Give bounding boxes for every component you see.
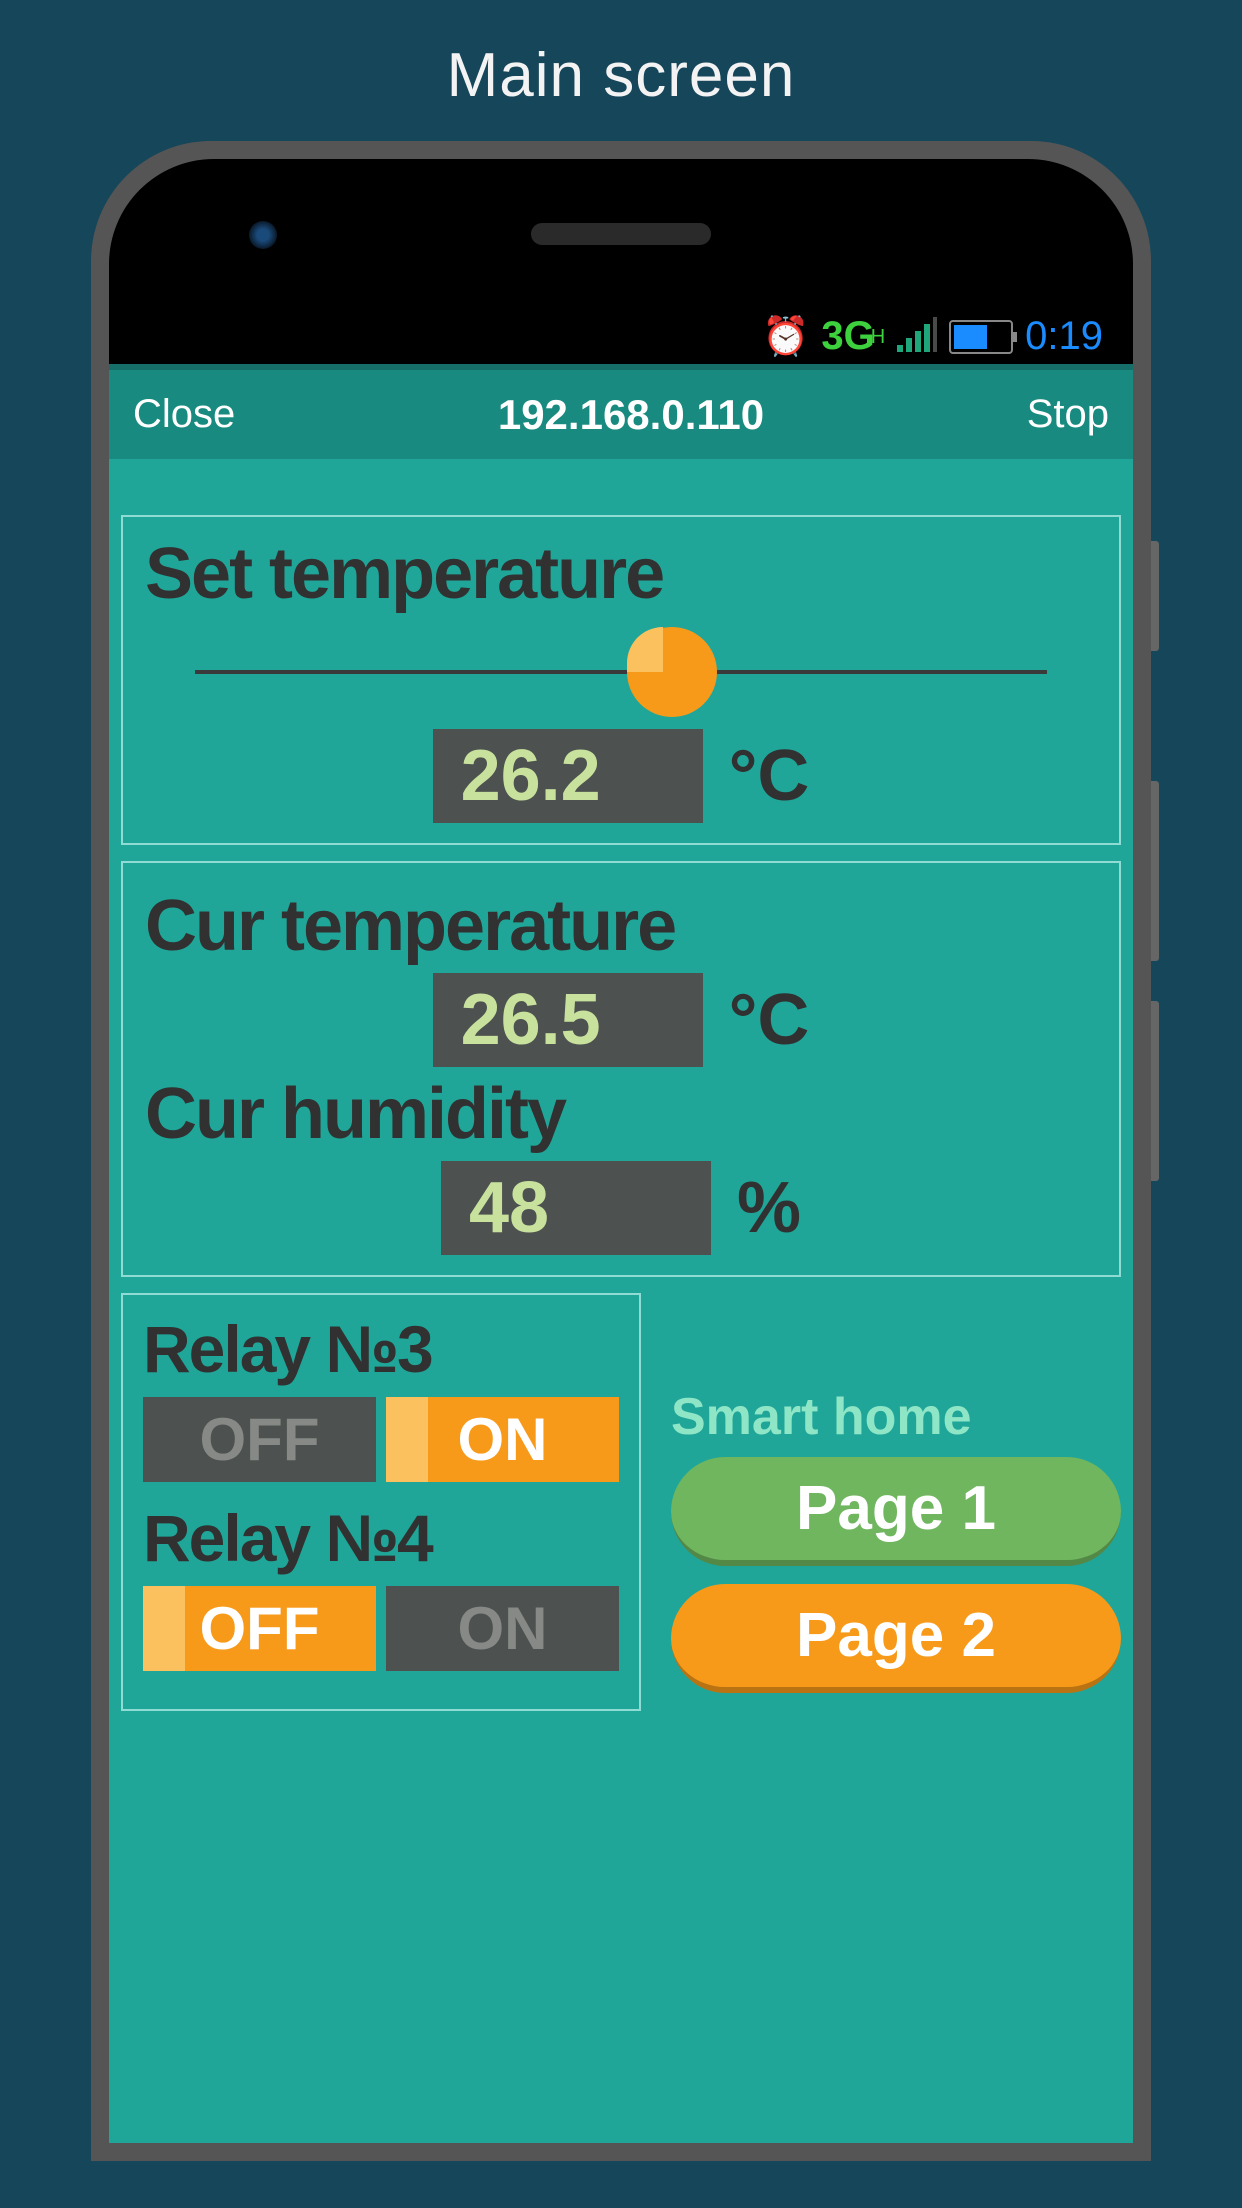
status-bar: ⏰ 3GH 0:19 bbox=[109, 309, 1133, 364]
network-indicator: 3GH bbox=[821, 314, 885, 359]
stop-button[interactable]: Stop bbox=[1027, 392, 1109, 437]
app-screen: Close 192.168.0.110 Stop Set temperature… bbox=[109, 364, 1133, 2143]
current-humidity-value: 48 bbox=[441, 1161, 711, 1255]
relay-panel: Relay №3 OFF ON Relay №4 OFF ON bbox=[121, 1293, 641, 1711]
alarm-icon: ⏰ bbox=[762, 315, 809, 359]
temperature-unit: °C bbox=[729, 735, 810, 817]
phone-camera bbox=[249, 221, 277, 249]
temperature-unit: °C bbox=[729, 979, 810, 1061]
set-temperature-input[interactable]: 26.2 bbox=[433, 729, 703, 823]
battery-icon bbox=[949, 320, 1013, 354]
phone-side-button bbox=[1151, 541, 1159, 651]
page-2-button[interactable]: Page 2 bbox=[671, 1584, 1121, 1693]
temperature-slider[interactable] bbox=[195, 670, 1047, 674]
relay-3-label: Relay №3 bbox=[143, 1311, 619, 1387]
status-time: 0:19 bbox=[1025, 314, 1103, 359]
phone-side-button bbox=[1151, 781, 1159, 961]
set-temperature-label: Set temperature bbox=[145, 533, 1097, 615]
current-humidity-label: Cur humidity bbox=[145, 1073, 1097, 1155]
nav-column: Smart home Page 1 Page 2 bbox=[671, 1293, 1121, 1711]
page-1-button[interactable]: Page 1 bbox=[671, 1457, 1121, 1566]
nav-title: Smart home bbox=[671, 1387, 1121, 1447]
current-temperature-label: Cur temperature bbox=[145, 885, 1097, 967]
relay-4-on-button[interactable]: ON bbox=[386, 1586, 619, 1671]
current-temperature-value: 26.5 bbox=[433, 973, 703, 1067]
phone-frame: ⏰ 3GH 0:19 Close 192.168.0.110 Stop Set … bbox=[91, 141, 1151, 2161]
relay-4-off-button[interactable]: OFF bbox=[143, 1586, 376, 1671]
app-bar: Close 192.168.0.110 Stop bbox=[109, 364, 1133, 459]
relay-4-label: Relay №4 bbox=[143, 1500, 619, 1576]
readings-panel: Cur temperature 26.5 °C Cur humidity 48 … bbox=[121, 861, 1121, 1277]
close-button[interactable]: Close bbox=[133, 392, 235, 437]
phone-speaker bbox=[531, 223, 711, 245]
set-temperature-panel: Set temperature 26.2 °C bbox=[121, 515, 1121, 845]
relay-3-on-button[interactable]: ON bbox=[386, 1397, 619, 1482]
slider-thumb-icon[interactable] bbox=[627, 627, 717, 717]
phone-side-button bbox=[1151, 1001, 1159, 1181]
address-label: 192.168.0.110 bbox=[498, 391, 764, 439]
page-title: Main screen bbox=[0, 0, 1242, 141]
humidity-unit: % bbox=[737, 1167, 801, 1249]
signal-icon bbox=[897, 317, 937, 357]
relay-3-off-button[interactable]: OFF bbox=[143, 1397, 376, 1482]
